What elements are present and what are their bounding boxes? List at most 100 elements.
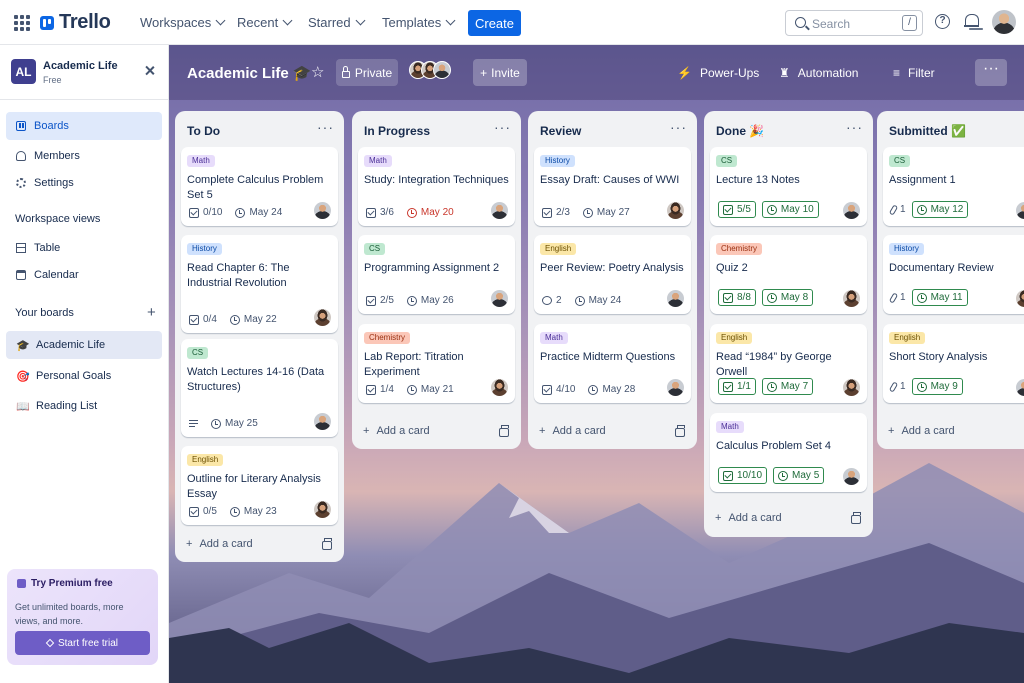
card-member-avatar[interactable] <box>491 202 508 219</box>
list-title[interactable]: In Progress <box>364 124 430 138</box>
list-title[interactable]: Done 🎉 <box>716 124 764 138</box>
due-date-complete-badge[interactable]: May 8 <box>761 289 814 306</box>
filter-button[interactable]: ≡ Filter <box>893 66 935 80</box>
list-title[interactable]: Submitted ✅ <box>889 124 966 138</box>
card[interactable]: Math Practice Midterm Questions 4/10 May… <box>534 324 691 403</box>
card-member-avatar[interactable] <box>314 413 331 430</box>
due-date-badge[interactable]: May 28 <box>588 384 635 395</box>
due-date-badge[interactable]: May 26 <box>406 295 454 306</box>
add-board-button[interactable]: + <box>147 305 156 320</box>
due-date-complete-badge[interactable]: May 10 <box>761 201 819 218</box>
app-switcher-icon[interactable] <box>12 13 30 31</box>
due-date-badge[interactable]: May 24 <box>574 295 621 306</box>
card-member-avatar[interactable] <box>314 501 331 518</box>
card[interactable]: History Read Chapter 6: The Industrial R… <box>181 235 338 333</box>
card[interactable]: Math Calculus Problem Set 4 10/10 May 5 <box>710 413 867 492</box>
workspace-name[interactable]: Academic Life <box>43 60 118 72</box>
sidebar-item-table[interactable]: Table <box>6 234 162 262</box>
card-member-avatar[interactable] <box>667 379 684 396</box>
list-title[interactable]: Review <box>540 124 581 138</box>
nav-templates[interactable]: Templates <box>382 15 456 30</box>
due-date-complete-badge[interactable]: May 11 <box>911 289 968 306</box>
card[interactable]: Chemistry Lab Report: Titration Experime… <box>358 324 515 403</box>
notifications-bell-icon[interactable] <box>964 14 979 30</box>
card-member-avatar[interactable] <box>843 468 860 485</box>
card[interactable]: English Short Story Analysis 1 May 9 <box>883 324 1024 403</box>
collapse-sidebar-icon[interactable] <box>145 66 155 76</box>
card[interactable]: CS Assignment 1 1 May 12 <box>883 147 1024 226</box>
list-menu-icon[interactable]: ··· <box>846 119 863 135</box>
card[interactable]: English Outline for Literary Analysis Es… <box>181 446 338 525</box>
sidebar-item-members[interactable]: Members <box>6 142 162 170</box>
card[interactable]: English Read “1984” by George Orwell 1/1… <box>710 324 867 403</box>
board-members[interactable] <box>409 61 451 79</box>
card-member-avatar[interactable] <box>843 379 860 396</box>
sidebar-board-academic-life[interactable]: 🎓 Academic Life <box>6 331 162 359</box>
due-date-badge[interactable]: May 23 <box>229 506 277 517</box>
help-icon[interactable]: ? <box>935 14 950 29</box>
card[interactable]: Math Study: Integration Techniques 3/6 M… <box>358 147 515 226</box>
sidebar-item-calendar[interactable]: Calendar <box>6 261 162 289</box>
sidebar-item-settings[interactable]: Settings <box>6 169 162 197</box>
list-title[interactable]: To Do <box>187 124 220 138</box>
card-template-icon[interactable] <box>675 425 685 437</box>
due-date-badge[interactable]: May 27 <box>582 207 630 218</box>
due-date-badge[interactable]: May 21 <box>406 384 454 395</box>
automation-button[interactable]: ♜ Automation <box>779 66 858 80</box>
card[interactable]: History Documentary Review 1 May 11 <box>883 235 1024 314</box>
card-member-avatar[interactable] <box>1016 202 1024 219</box>
due-date-badge[interactable]: May 22 <box>229 314 277 325</box>
sidebar-item-boards[interactable]: Boards <box>6 112 162 140</box>
card-template-icon[interactable] <box>499 425 509 437</box>
due-date-complete-badge[interactable]: May 12 <box>911 201 969 218</box>
trello-logo[interactable]: Trello <box>40 11 111 34</box>
due-date-badge-overdue[interactable]: May 20 <box>406 207 454 218</box>
add-card-button[interactable]: + Add a card <box>715 512 782 524</box>
card-member-avatar[interactable] <box>1016 290 1024 307</box>
card[interactable]: History Essay Draft: Causes of WWI 2/3 M… <box>534 147 691 226</box>
card-member-avatar[interactable] <box>843 202 860 219</box>
due-date-complete-badge[interactable]: May 7 <box>761 378 814 395</box>
sidebar-board-personal-goals[interactable]: 🎯 Personal Goals <box>6 362 162 390</box>
card[interactable]: CS Programming Assignment 2 2/5 May 26 <box>358 235 515 314</box>
list-menu-icon[interactable]: ··· <box>670 119 687 135</box>
card-member-avatar[interactable] <box>314 202 331 219</box>
due-date-complete-badge[interactable]: May 9 <box>911 378 963 395</box>
card-member-avatar[interactable] <box>667 290 684 307</box>
board-menu-button[interactable]: ··· <box>975 59 1007 86</box>
card[interactable]: Math Complete Calculus Problem Set 5 0/1… <box>181 147 338 226</box>
card-member-avatar[interactable] <box>843 290 860 307</box>
nav-workspaces[interactable]: Workspaces <box>140 15 226 30</box>
card-template-icon[interactable] <box>851 512 861 524</box>
card[interactable]: English Peer Review: Poetry Analysis 2 M… <box>534 235 691 314</box>
card[interactable]: Chemistry Quiz 2 8/8 May 8 <box>710 235 867 314</box>
create-button[interactable]: Create <box>468 10 521 36</box>
nav-starred[interactable]: Starred <box>308 15 366 30</box>
member-avatar[interactable] <box>433 61 451 79</box>
due-date-badge[interactable]: May 25 <box>211 418 258 429</box>
board-title[interactable]: Academic Life 🎓 <box>187 64 312 82</box>
card[interactable]: CS Watch Lectures 14-16 (Data Structures… <box>181 339 338 437</box>
due-date-complete-badge[interactable]: May 5 <box>773 467 825 484</box>
card-member-avatar[interactable] <box>491 290 508 307</box>
add-card-button[interactable]: + Add a card <box>363 425 430 437</box>
card-template-icon[interactable] <box>322 538 332 550</box>
due-date-badge[interactable]: May 24 <box>235 207 282 218</box>
search-input[interactable]: Search / <box>785 10 923 36</box>
card[interactable]: CS Lecture 13 Notes 5/5 May 10 <box>710 147 867 226</box>
card-member-avatar[interactable] <box>667 202 684 219</box>
list-menu-icon[interactable]: ··· <box>317 119 334 135</box>
card-member-avatar[interactable] <box>314 309 331 326</box>
nav-recent[interactable]: Recent <box>237 15 293 30</box>
start-trial-button[interactable]: Start free trial <box>15 631 150 655</box>
sidebar-board-reading-list[interactable]: 📖 Reading List <box>6 392 162 420</box>
powerups-button[interactable]: ⚡ Power-Ups <box>677 66 759 80</box>
card-member-avatar[interactable] <box>491 379 508 396</box>
visibility-button[interactable]: Private <box>336 59 398 86</box>
invite-button[interactable]: + Invite <box>473 59 527 86</box>
add-card-button[interactable]: + Add a card <box>186 538 253 550</box>
add-card-button[interactable]: + Add a card <box>539 425 606 437</box>
user-avatar[interactable] <box>992 10 1016 34</box>
list-menu-icon[interactable]: ··· <box>494 119 511 135</box>
add-card-button[interactable]: + Add a card <box>888 425 955 437</box>
